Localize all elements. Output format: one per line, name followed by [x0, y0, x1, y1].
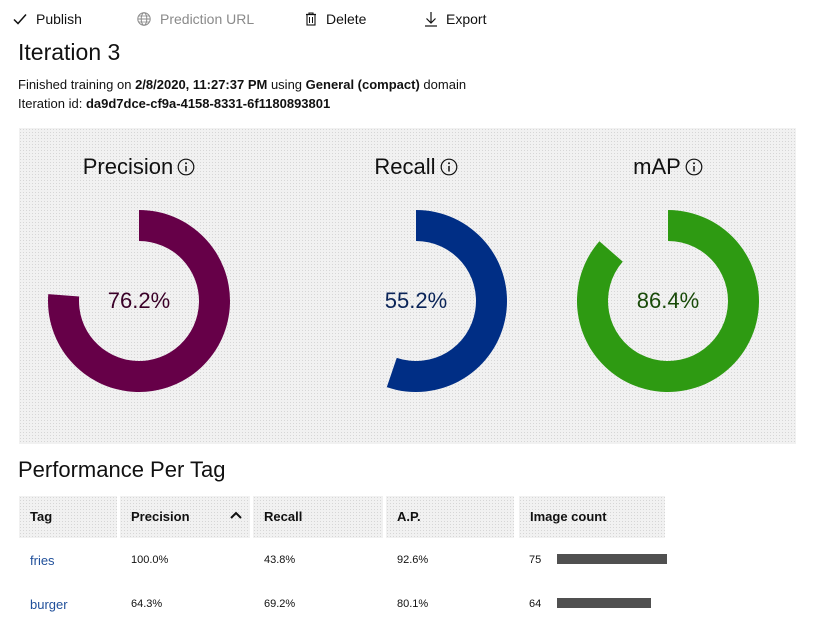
image-count-bar	[557, 554, 667, 564]
publish-button[interactable]: Publish	[12, 8, 82, 30]
export-label: Export	[446, 11, 487, 27]
column-header-precision[interactable]: Precision	[120, 496, 250, 538]
info-icon[interactable]	[685, 158, 703, 176]
domain-name: General (compact)	[305, 77, 420, 92]
column-header-image-count[interactable]: Image count	[519, 496, 665, 538]
iteration-id-value: da9d7dce-cf9a-4158-8331-6f1180893801	[85, 96, 331, 111]
column-header-ap[interactable]: A.P.	[386, 496, 514, 538]
info-icon[interactable]	[177, 158, 195, 176]
checkmark-icon	[13, 14, 27, 25]
cell-recall: 69.2%	[264, 598, 296, 610]
column-header-recall[interactable]: Recall	[253, 496, 383, 538]
finished-mid: using	[267, 77, 306, 92]
iteration-id-label: Iteration id:	[18, 96, 86, 111]
metric-value: 55.2%	[384, 288, 448, 313]
metric-value: 76.2%	[107, 288, 171, 313]
section-title: Performance Per Tag	[18, 457, 226, 482]
finished-date: 2/8/2020, 11:27:37 PM	[135, 77, 268, 92]
cell-precision: 64.3%	[131, 598, 163, 610]
training-info: Finished training on 2/8/2020, 11:27:37 …	[18, 77, 466, 92]
iteration-title: Iteration 3	[18, 39, 121, 65]
column-header-label: Precision	[131, 509, 190, 524]
metric-name: mAP	[633, 154, 681, 179]
cell-image-count: 64	[529, 598, 542, 610]
metrics-panel: Precision 76.2% Recall 55.2% mAP 86.4%	[19, 128, 796, 444]
cell-ap: 92.6%	[397, 554, 429, 566]
delete-button[interactable]: Delete	[304, 8, 366, 30]
prediction-url-button[interactable]: Prediction URL	[136, 8, 254, 30]
download-icon	[425, 12, 437, 27]
metric-title: mAP	[548, 154, 788, 180]
globe-icon	[137, 12, 151, 26]
sort-ascending-icon	[230, 511, 242, 519]
finished-suffix: domain	[419, 77, 467, 92]
publish-label: Publish	[36, 11, 82, 27]
delete-label: Delete	[326, 11, 367, 27]
toolbar: Publish Prediction URL Delete Export	[0, 0, 814, 38]
metric-title: Recall	[296, 154, 536, 180]
metric-name: Precision	[82, 154, 174, 179]
iteration-id-info: Iteration id: da9d7dce-cf9a-4158-8331-6f…	[18, 96, 330, 111]
tag-link-fries[interactable]: fries	[30, 551, 55, 571]
image-count-bar	[557, 598, 651, 608]
trash-icon	[306, 12, 316, 26]
cell-precision: 100.0%	[131, 554, 169, 566]
export-button[interactable]: Export	[424, 8, 486, 30]
tag-link-burger[interactable]: burger	[30, 595, 68, 615]
prediction-url-label: Prediction URL	[160, 11, 255, 27]
metric-precision: Precision 76.2%	[19, 128, 259, 444]
metric-name: Recall	[374, 154, 436, 179]
column-header-tag[interactable]: Tag	[19, 496, 117, 538]
info-icon[interactable]	[440, 158, 458, 176]
metric-map: mAP 86.4%	[548, 128, 788, 444]
metric-recall: Recall 55.2%	[296, 128, 536, 444]
cell-recall: 43.8%	[264, 554, 296, 566]
finished-prefix: Finished training on	[18, 77, 136, 92]
cell-image-count: 75	[529, 554, 542, 566]
cell-ap: 80.1%	[397, 598, 429, 610]
metric-title: Precision	[19, 154, 259, 180]
metric-value: 86.4%	[636, 288, 700, 313]
